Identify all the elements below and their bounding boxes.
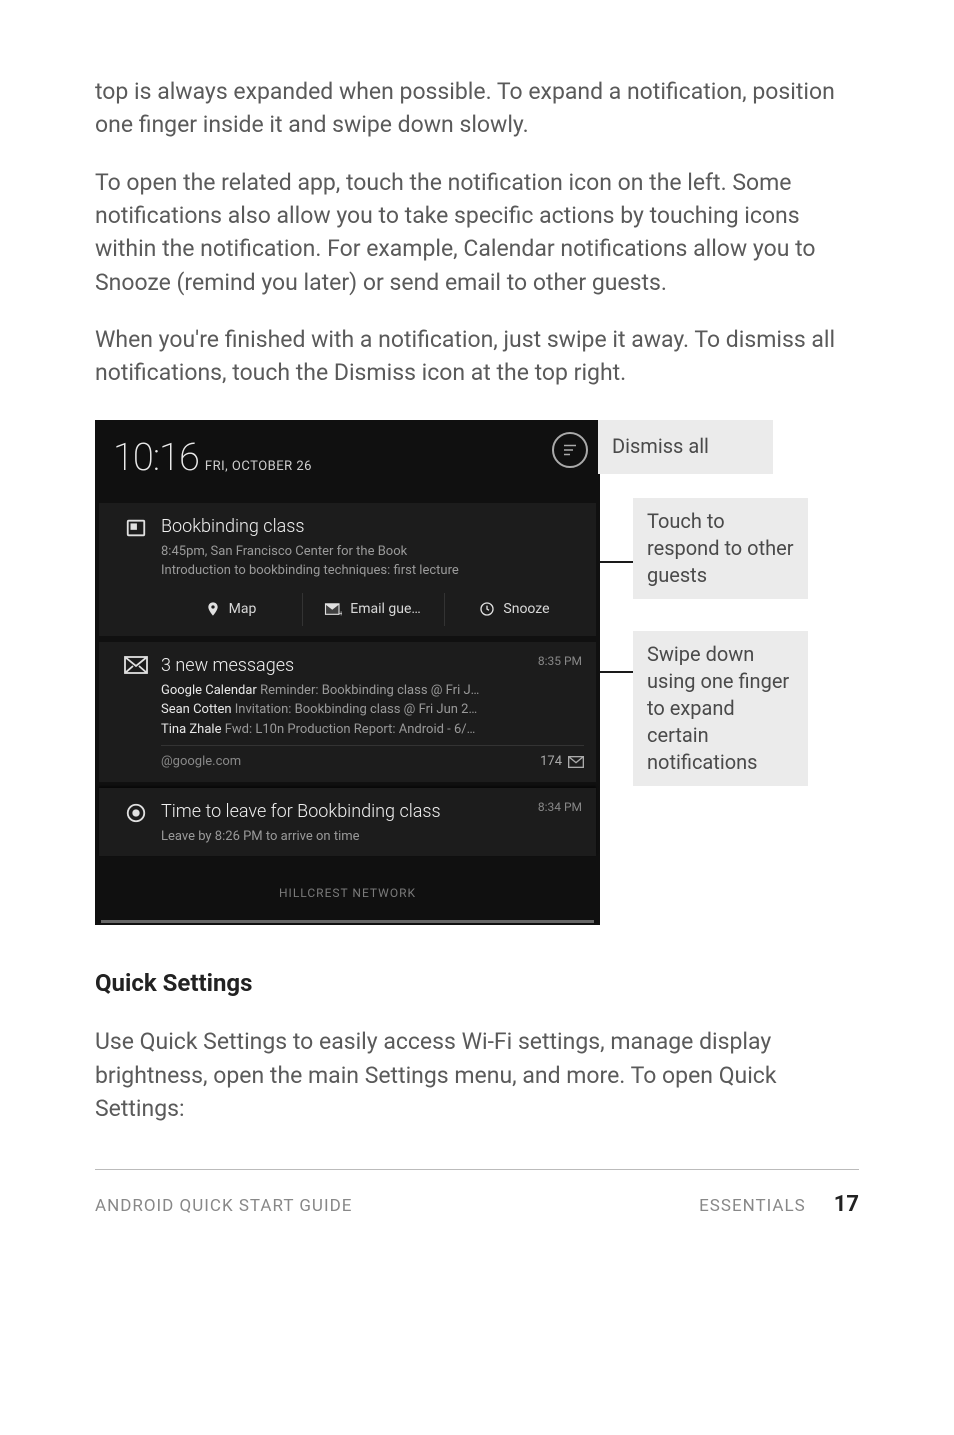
action-email-guests[interactable]: + Email gue…	[302, 593, 442, 626]
notification-title: Time to leave for Bookbinding class	[161, 798, 584, 825]
shade-time: 10:16	[113, 430, 199, 487]
email-account: @google.com	[161, 752, 241, 772]
shade-header: 10:16 FRI, OCTOBER 26	[95, 420, 600, 499]
notification-title: 3 new messages	[161, 652, 584, 679]
annotation-dismiss-all: Dismiss all	[598, 420, 773, 474]
action-snooze[interactable]: Snooze	[444, 593, 584, 626]
body-paragraph: top is always expanded when possible. To…	[95, 75, 859, 142]
annotation-touch-respond: Touch to respond to other guests	[633, 498, 808, 599]
page-number: 17	[834, 1188, 859, 1221]
shade-handle[interactable]	[101, 920, 594, 923]
notification-figure: 10:16 FRI, OCTOBER 26 Bookbinding class …	[95, 420, 859, 926]
notification-google-now[interactable]: Time to leave for Bookbinding class 8:34…	[99, 788, 596, 857]
annotations-column: Dismiss all Touch to respond to other gu…	[600, 420, 859, 926]
notification-line: Leave by 8:26 PM to arrive on time	[161, 827, 584, 847]
email-icon	[124, 656, 148, 772]
footer-section: ESSENTIALS	[699, 1194, 806, 1220]
body-paragraph: Use Quick Settings to easily access Wi-F…	[95, 1025, 859, 1125]
calendar-icon	[125, 517, 147, 626]
notification-time: 8:35 PM	[538, 652, 582, 670]
body-paragraph: When you're finished with a notification…	[95, 323, 859, 390]
email-message-preview: Tina Zhale Fwd: L10n Production Report: …	[161, 720, 584, 740]
footer-book-title: ANDROID QUICK START GUIDE	[95, 1194, 352, 1220]
footer-divider	[95, 1169, 859, 1170]
action-map[interactable]: Map	[161, 593, 300, 626]
section-heading-quick-settings: Quick Settings	[95, 965, 859, 1001]
notification-title: Bookbinding class	[161, 513, 584, 540]
body-paragraph: To open the related app, touch the notif…	[95, 166, 859, 299]
annotation-swipe-expand: Swipe down using one finger to expand ce…	[633, 631, 808, 786]
svg-text:+: +	[339, 609, 342, 616]
dismiss-all-icon[interactable]	[552, 432, 588, 468]
notification-line: 8:45pm, San Francisco Center for the Boo…	[161, 542, 584, 562]
page-footer: ANDROID QUICK START GUIDE ESSENTIALS 17	[95, 1188, 859, 1221]
google-now-icon	[125, 802, 147, 847]
notification-email[interactable]: 3 new messages 8:35 PM Google Calendar R…	[99, 642, 596, 782]
notification-line: Introduction to bookbinding techniques: …	[161, 561, 584, 581]
email-message-preview: Google Calendar Reminder: Bookbinding cl…	[161, 681, 584, 701]
shade-date: FRI, OCTOBER 26	[205, 457, 312, 477]
notification-calendar[interactable]: Bookbinding class 8:45pm, San Francisco …	[99, 503, 596, 636]
notification-time: 8:34 PM	[538, 798, 582, 816]
phone-notification-shade: 10:16 FRI, OCTOBER 26 Bookbinding class …	[95, 420, 600, 926]
network-label: HILLCREST NETWORK	[95, 862, 600, 920]
email-unread-count: 174	[540, 752, 584, 772]
email-message-preview: Sean Cotten Invitation: Bookbinding clas…	[161, 700, 584, 720]
notification-actions: Map + Email gue… Snooze	[161, 591, 584, 626]
